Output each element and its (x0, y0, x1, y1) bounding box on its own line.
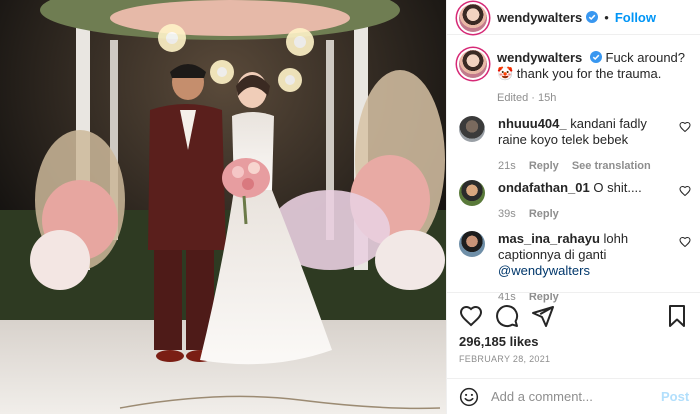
post-actions (447, 292, 700, 332)
caption-avatar[interactable] (459, 50, 487, 78)
like-heart-icon[interactable] (459, 304, 483, 328)
share-icon[interactable] (531, 304, 555, 328)
comment-item: nhuuu404_ kandani fadly raine koyo telek… (459, 116, 691, 174)
comment-composer: Post (447, 378, 700, 414)
comment-meta: 39s Reply (498, 206, 678, 222)
comment-time: 39s (498, 208, 516, 220)
comment-username[interactable]: nhuuu404_ (498, 116, 567, 131)
author-avatar[interactable] (459, 4, 487, 32)
heart-icon[interactable] (679, 185, 691, 197)
post-modal: wendywalters • Follow wendywalters Fuck … (0, 0, 700, 414)
verified-badge-icon (586, 11, 599, 23)
verified-badge-icon (589, 51, 602, 63)
comment-input[interactable] (491, 389, 661, 404)
bookmark-icon[interactable] (665, 304, 689, 328)
comment-username[interactable]: mas_ina_rahayu (498, 231, 600, 246)
likes-count[interactable]: 296,185 likes (459, 334, 539, 349)
commenter-avatar[interactable] (459, 231, 485, 257)
post-comment-button[interactable]: Post (661, 389, 689, 404)
comment-meta: 21s Reply See translation (498, 158, 678, 174)
comment-time: 21s (498, 160, 516, 172)
separator-dot: • (604, 9, 609, 25)
caption-meta: Edited · 15h (497, 92, 557, 104)
caption-username[interactable]: wendywalters (497, 50, 582, 65)
post-photo[interactable] (0, 0, 446, 414)
post-sidebar: wendywalters • Follow wendywalters Fuck … (446, 0, 700, 414)
comment-item: ondafathan_01 O shit.... 39s Reply (459, 180, 691, 222)
comment-text: O shit.... (593, 180, 642, 195)
comment-body: ondafathan_01 O shit.... 39s Reply (498, 180, 678, 222)
caption: wendywalters Fuck around? 🤡 thank you fo… (459, 50, 691, 106)
caption-body: wendywalters Fuck around? 🤡 thank you fo… (497, 50, 691, 106)
follow-button[interactable]: Follow (615, 10, 656, 25)
see-translation-button[interactable]: See translation (572, 160, 651, 172)
reply-button[interactable]: Reply (529, 160, 559, 172)
post-header: wendywalters • Follow (447, 0, 700, 35)
commenter-avatar[interactable] (459, 116, 485, 142)
author-username[interactable]: wendywalters (497, 10, 582, 25)
comment-username[interactable]: ondafathan_01 (498, 180, 590, 195)
comment-mention[interactable]: @wendywalters (498, 263, 590, 278)
heart-icon[interactable] (679, 236, 691, 248)
emoji-icon[interactable] (459, 387, 479, 407)
commenter-avatar[interactable] (459, 180, 485, 206)
wedding-photo-illustration (0, 0, 446, 414)
comment-body: nhuuu404_ kandani fadly raine koyo telek… (498, 116, 678, 174)
comment-icon[interactable] (495, 304, 519, 328)
heart-icon[interactable] (679, 121, 691, 133)
post-date: FEBRUARY 28, 2021 (459, 354, 551, 364)
reply-button[interactable]: Reply (529, 208, 559, 220)
